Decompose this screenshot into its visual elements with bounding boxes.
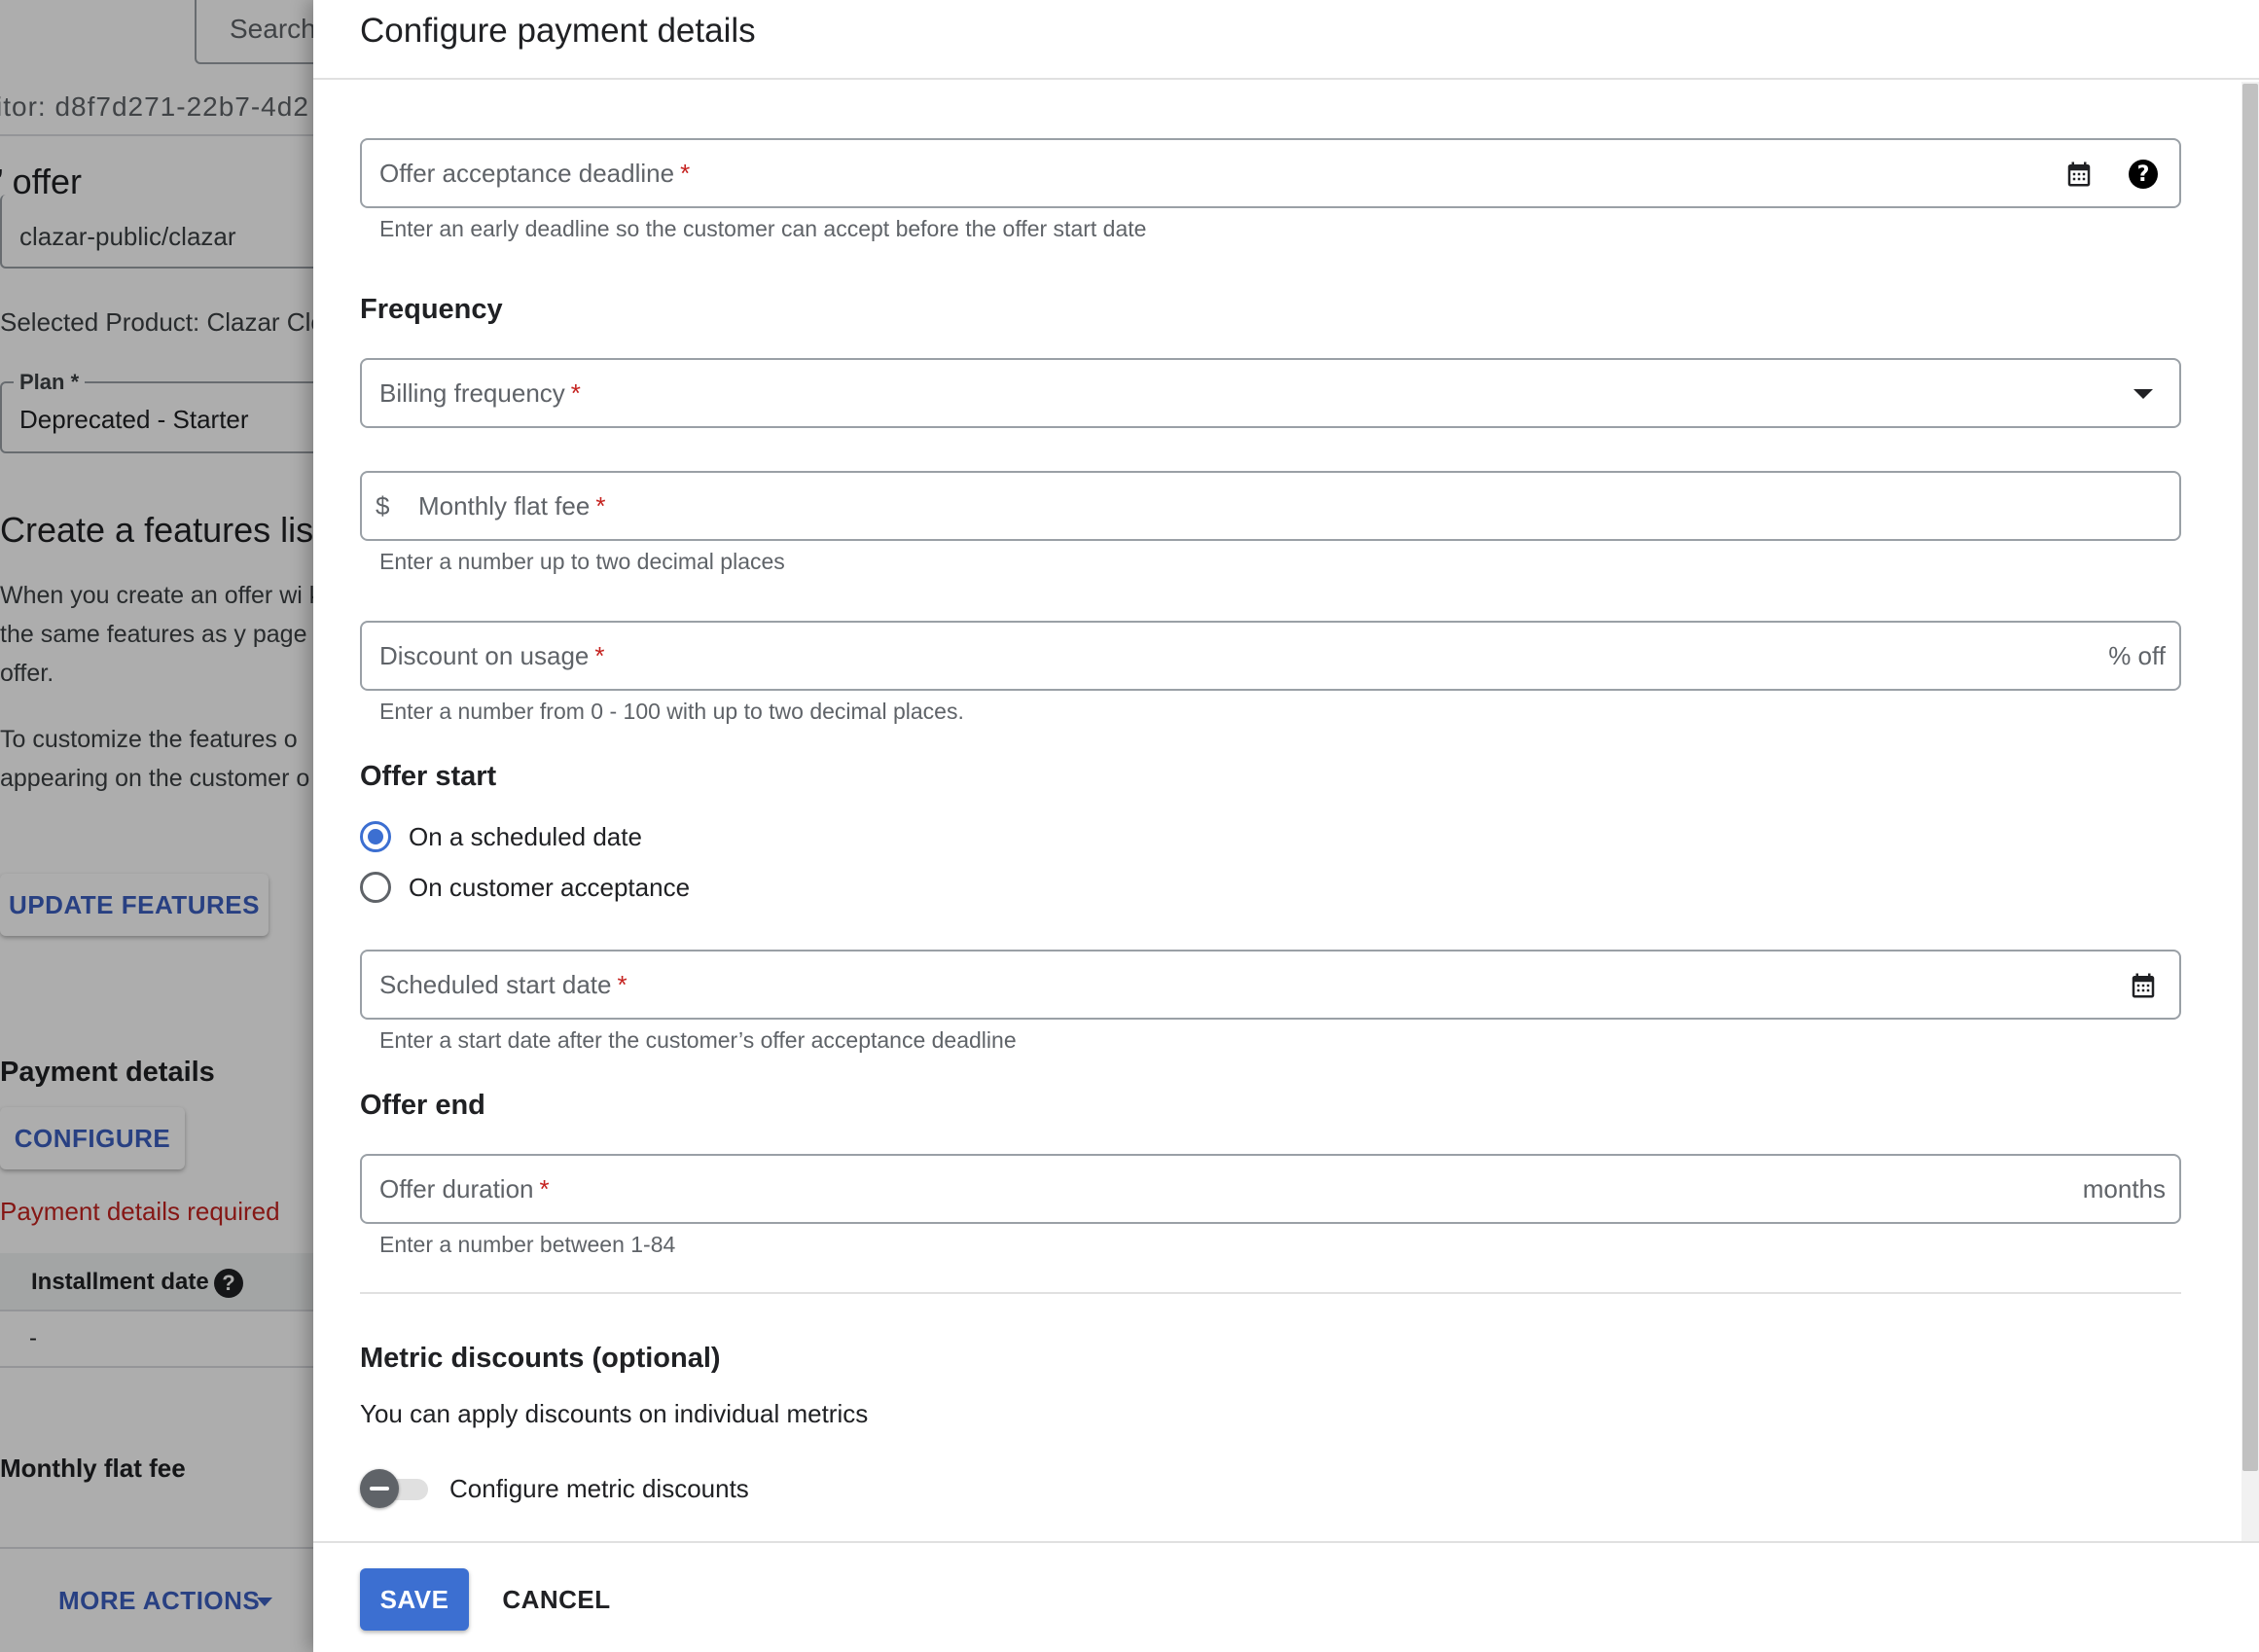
offer-acceptance-deadline-field[interactable]: Offer acceptance deadline * ? <box>360 138 2181 208</box>
percent-off-suffix: % off <box>2108 641 2166 670</box>
field-label: Discount on usage * <box>379 641 605 670</box>
calendar-icon[interactable] <box>2062 158 2096 191</box>
duration-hint: Enter a number between 1-84 <box>379 1232 676 1257</box>
radio-button-checked[interactable] <box>360 821 391 852</box>
monthly-fee-hint: Enter a number up to two decimal places <box>379 549 785 574</box>
offer-duration-input[interactable]: Offer duration * months <box>360 1154 2181 1224</box>
help-icon[interactable]: ? <box>2127 158 2160 191</box>
radio-label: On customer acceptance <box>409 872 691 902</box>
radio-button[interactable] <box>360 872 391 903</box>
offer-end-title: Offer end <box>360 1090 485 1121</box>
scrollbar-thumb[interactable] <box>2242 84 2258 1471</box>
months-suffix: months <box>2082 1174 2166 1203</box>
acceptance-deadline-hint: Enter an early deadline so the customer … <box>379 216 1147 241</box>
modal-scrim[interactable] <box>0 0 313 1652</box>
discount-hint: Enter a number from 0 - 100 with up to t… <box>379 699 964 724</box>
frequency-title: Frequency <box>360 294 503 325</box>
dialog-header: Configure payment details <box>313 0 2259 80</box>
field-label: Billing frequency * <box>379 378 581 408</box>
save-button[interactable]: SAVE <box>360 1568 469 1631</box>
metric-discounts-toggle[interactable] <box>360 1469 430 1508</box>
toggle-label: Configure metric discounts <box>449 1473 749 1503</box>
radio-customer-acceptance[interactable]: On customer acceptance <box>360 868 690 907</box>
section-divider <box>360 1292 2181 1294</box>
start-date-hint: Enter a start date after the customer’s … <box>379 1027 1017 1053</box>
billing-frequency-select[interactable]: Billing frequency * <box>360 358 2181 428</box>
calendar-icon[interactable] <box>2127 969 2160 1002</box>
caret-down-icon[interactable] <box>2127 377 2160 411</box>
monthly-flat-fee-input[interactable]: $ Monthly flat fee * <box>360 471 2181 541</box>
help-glyph: ? <box>2129 160 2158 189</box>
currency-prefix: $ <box>376 491 390 521</box>
metric-discounts-description: You can apply discounts on individual me… <box>360 1399 869 1428</box>
metric-discounts-toggle-row[interactable]: Configure metric discounts <box>360 1469 749 1508</box>
scheduled-start-date-field[interactable]: Scheduled start date * <box>360 950 2181 1020</box>
radio-scheduled-date[interactable]: On a scheduled date <box>360 817 642 856</box>
field-label: Offer duration * <box>379 1174 550 1203</box>
radio-label: On a scheduled date <box>409 821 642 851</box>
configure-payment-dialog: Configure payment details Offer acceptan… <box>313 0 2259 1652</box>
field-label: Monthly flat fee * <box>418 491 606 521</box>
cancel-button[interactable]: CANCEL <box>494 1568 619 1631</box>
dialog-footer: SAVE CANCEL <box>313 1541 2259 1652</box>
metric-discounts-title: Metric discounts (optional) <box>360 1343 721 1374</box>
field-label: Scheduled start date * <box>379 970 628 999</box>
discount-on-usage-input[interactable]: Discount on usage * % off <box>360 621 2181 691</box>
dialog-title: Configure payment details <box>360 12 756 50</box>
offer-start-title: Offer start <box>360 761 497 792</box>
field-label: Offer acceptance deadline * <box>379 159 691 188</box>
toggle-thumb <box>360 1469 399 1508</box>
